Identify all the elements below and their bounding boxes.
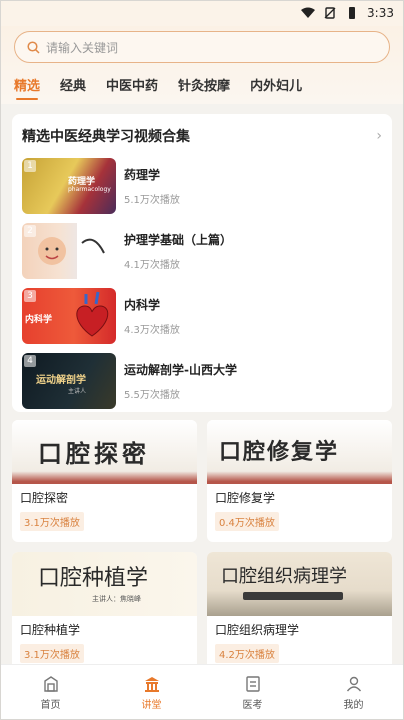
wifi-icon <box>301 7 316 18</box>
nav-profile[interactable]: 我的 <box>303 665 404 720</box>
tab-classic[interactable]: 经典 <box>60 75 86 100</box>
course-title: 药理学 <box>124 168 161 182</box>
featured-collection-card: 精选中医经典学习视频合集 › 1 药理学 pharmacology 药理学 5.… <box>12 114 392 412</box>
nav-exam[interactable]: 医考 <box>202 665 303 720</box>
collection-title: 精选中医经典学习视频合集 <box>22 129 190 145</box>
category-tabs: 精选 经典 中医中药 针灸按摩 内外妇儿 <box>14 75 390 100</box>
course-play-count: 5.5万次播放 <box>124 390 180 401</box>
grid-thumbnail: 口腔修复学 <box>207 420 392 484</box>
battery-icon <box>349 7 356 19</box>
course-item-pharmacology[interactable]: 1 药理学 pharmacology 药理学 5.1万次播放 <box>22 156 382 216</box>
header: 请输入关键词 精选 经典 中医中药 针灸按摩 内外妇儿 <box>0 26 404 104</box>
chevron-right-icon: › <box>376 128 382 144</box>
grid-card-oral-exploration[interactable]: 口腔探密 口腔探密 3.1万次播放 <box>12 420 197 542</box>
home-icon <box>43 675 58 692</box>
course-thumbnail: 2 <box>22 223 116 279</box>
grid-card-title: 口腔组织病理学 <box>215 623 300 637</box>
course-title: 运动解剖学-山西大学 <box>124 363 237 377</box>
course-item-internal-medicine[interactable]: 3 内科学 内科学 4.3万次播放 <box>22 286 382 346</box>
search-input[interactable]: 请输入关键词 <box>14 31 390 63</box>
thumb-title: 口腔探密 <box>38 439 150 468</box>
course-play-count: 4.1万次播放 <box>124 260 180 271</box>
course-item-nursing-basics[interactable]: 2 护理学基础（上篇） 4.1万次播放 <box>22 221 382 281</box>
status-bar: 3:33 <box>0 0 404 26</box>
nav-home[interactable]: 首页 <box>0 665 101 720</box>
tab-tcm-medicine[interactable]: 中医中药 <box>106 75 158 100</box>
grid-thumbnail: 口腔探密 <box>12 420 197 484</box>
grid-thumbnail: 口腔种植学 主讲人：焦晓峰 <box>12 552 197 616</box>
thumb-subtitle: 主讲人 <box>68 388 87 395</box>
thumb-title: 运动解剖学 <box>36 375 86 386</box>
grid-card-play-count: 3.1万次播放 <box>20 644 84 663</box>
course-thumbnail: 1 药理学 pharmacology <box>22 158 116 214</box>
nav-profile-label: 我的 <box>343 699 364 711</box>
course-thumbnail: 4 运动解剖学 主讲人 <box>22 353 116 409</box>
grid-card-title: 口腔探密 <box>20 491 69 505</box>
course-play-count: 4.3万次播放 <box>124 325 180 336</box>
thumb-title: 口腔组织病理学 <box>221 566 347 587</box>
grid-thumbnail: 口腔组织病理学 <box>207 552 392 616</box>
search-icon <box>27 40 40 54</box>
tab-featured[interactable]: 精选 <box>14 75 40 100</box>
search-placeholder: 请输入关键词 <box>46 40 119 55</box>
course-title: 内科学 <box>124 298 161 312</box>
grid-card-play-count: 0.4万次播放 <box>215 512 279 531</box>
course-grid: 口腔探密 口腔探密 3.1万次播放 口腔修复学 口腔修复学 0.4万次播放 口腔… <box>12 420 392 674</box>
thumb-subtitle: 主讲人：焦晓峰 <box>92 595 141 603</box>
grid-card-prosthodontics[interactable]: 口腔修复学 口腔修复学 0.4万次播放 <box>207 420 392 542</box>
grid-card-title: 口腔修复学 <box>215 491 276 505</box>
course-item-sports-anatomy[interactable]: 4 运动解剖学 主讲人 运动解剖学-山西大学 5.5万次播放 <box>22 351 382 411</box>
thumb-title: 口腔修复学 <box>219 439 340 465</box>
baby-illustration <box>38 223 116 279</box>
no-sim-icon <box>324 7 336 19</box>
thumb-banner <box>243 592 343 600</box>
heart-illustration <box>76 291 109 337</box>
grid-card-play-count: 4.2万次播放 <box>215 644 279 663</box>
rank-badge: 1 <box>24 160 36 172</box>
exam-icon <box>245 675 260 692</box>
profile-icon <box>346 676 361 691</box>
course-title: 护理学基础（上篇） <box>124 233 233 247</box>
nav-lecture[interactable]: 讲堂 <box>101 665 202 720</box>
course-thumbnail: 3 内科学 <box>22 288 116 344</box>
grid-card-play-count: 3.1万次播放 <box>20 512 84 531</box>
lecture-icon <box>144 676 159 692</box>
thumb-subtitle: pharmacology <box>68 186 111 193</box>
course-play-count: 5.1万次播放 <box>124 195 180 206</box>
tab-acupuncture-massage[interactable]: 针灸按摩 <box>178 75 230 100</box>
bottom-nav: 首页 讲堂 医考 我的 <box>0 664 404 720</box>
main-content: 精选中医经典学习视频合集 › 1 药理学 pharmacology 药理学 5.… <box>0 114 404 674</box>
grid-card-oral-histopathology[interactable]: 口腔组织病理学 口腔组织病理学 4.2万次播放 <box>207 552 392 674</box>
status-time: 3:33 <box>367 6 394 20</box>
tab-internal-surgery-gyn-peds[interactable]: 内外妇儿 <box>250 75 302 100</box>
nav-lecture-label: 讲堂 <box>141 699 162 711</box>
collection-header[interactable]: 精选中医经典学习视频合集 › <box>22 126 382 146</box>
thumb-title: 口腔种植学 <box>38 566 149 591</box>
nav-home-label: 首页 <box>40 699 61 711</box>
grid-card-oral-implantology[interactable]: 口腔种植学 主讲人：焦晓峰 口腔种植学 3.1万次播放 <box>12 552 197 674</box>
nav-exam-label: 医考 <box>242 699 263 711</box>
grid-card-title: 口腔种植学 <box>20 623 81 637</box>
rank-badge: 4 <box>24 355 36 367</box>
